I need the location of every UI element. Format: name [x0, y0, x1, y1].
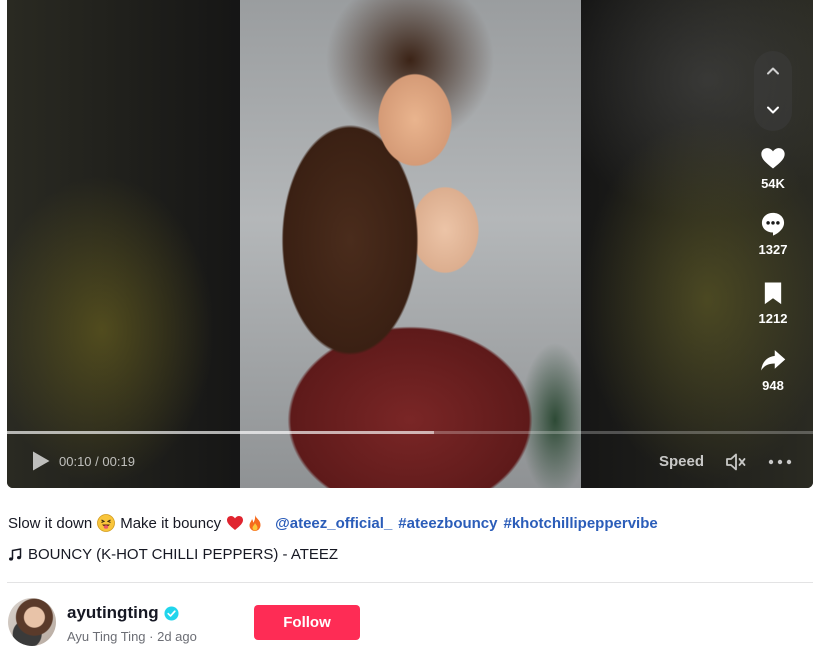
bookmark-icon — [764, 282, 782, 305]
verified-icon — [164, 605, 179, 621]
chevron-down-icon — [767, 106, 779, 114]
like-count: 54K — [761, 176, 785, 191]
video-player[interactable]: 54K 1327 1212 948 00:10 / 00:19 Speed — [7, 0, 813, 488]
music-title: BOUNCY (K-HOT CHILLI PEPPERS) - ATEEZ — [28, 546, 339, 563]
previous-video-button[interactable] — [754, 52, 792, 90]
posted-time: 2d ago — [157, 629, 197, 644]
play-icon — [33, 451, 50, 471]
save-button[interactable]: 1212 — [747, 279, 799, 326]
play-button[interactable] — [31, 450, 51, 472]
video-caption: Slow it down Make it bouncy @ateez_offic… — [8, 514, 658, 532]
progress-fill — [7, 431, 435, 434]
music-note-icon — [9, 547, 22, 561]
like-button[interactable]: 54K — [747, 144, 799, 191]
music-link[interactable]: BOUNCY (K-HOT CHILLI PEPPERS) - ATEEZ — [8, 546, 338, 563]
hashtag-link-2[interactable]: #khotchillipeppervibe — [504, 515, 658, 532]
more-icon — [768, 459, 792, 465]
caption-text-1: Slow it down — [8, 514, 93, 532]
next-video-button[interactable] — [754, 91, 792, 129]
video-nav-pill — [754, 51, 792, 131]
username-text: ayutingting — [67, 603, 159, 622]
current-time: 00:10 — [59, 454, 92, 469]
comment-icon — [761, 212, 785, 236]
red-heart-emoji-icon — [227, 516, 244, 530]
divider — [7, 582, 813, 583]
time-display: 00:10 / 00:19 — [59, 454, 135, 469]
fire-emoji-icon — [249, 515, 261, 531]
hashtag-link-1[interactable]: #ateezbouncy — [398, 515, 497, 532]
follow-button[interactable]: Follow — [254, 605, 360, 640]
author-username[interactable]: ayutingting — [67, 603, 179, 623]
volume-icon — [726, 453, 746, 471]
volume-button[interactable] — [725, 451, 749, 473]
more-options-button[interactable] — [767, 452, 793, 472]
progress-bar[interactable] — [7, 431, 813, 434]
chevron-up-icon — [767, 67, 779, 75]
avatar[interactable] — [8, 598, 56, 646]
save-count: 1212 — [758, 311, 788, 326]
player-controls: 00:10 / 00:19 Speed — [7, 446, 813, 478]
share-button[interactable]: 948 — [747, 346, 799, 393]
squinting-tongue-emoji-icon — [97, 514, 116, 532]
comment-button[interactable]: 1327 — [747, 210, 799, 257]
share-count: 948 — [762, 378, 784, 393]
speed-button[interactable]: Speed — [659, 453, 704, 470]
mention-link[interactable]: @ateez_official_ — [275, 515, 392, 532]
time-separator: / — [91, 454, 103, 469]
heart-icon — [761, 148, 785, 169]
caption-text-2: Make it bouncy — [120, 514, 222, 532]
display-name: Ayu Ting Ting — [67, 629, 146, 644]
comment-count: 1327 — [758, 242, 788, 257]
share-icon — [761, 350, 786, 371]
author-subline: Ayu Ting Ting · 2d ago — [67, 629, 197, 644]
video-frame[interactable] — [240, 0, 581, 488]
duration: 00:19 — [102, 454, 135, 469]
